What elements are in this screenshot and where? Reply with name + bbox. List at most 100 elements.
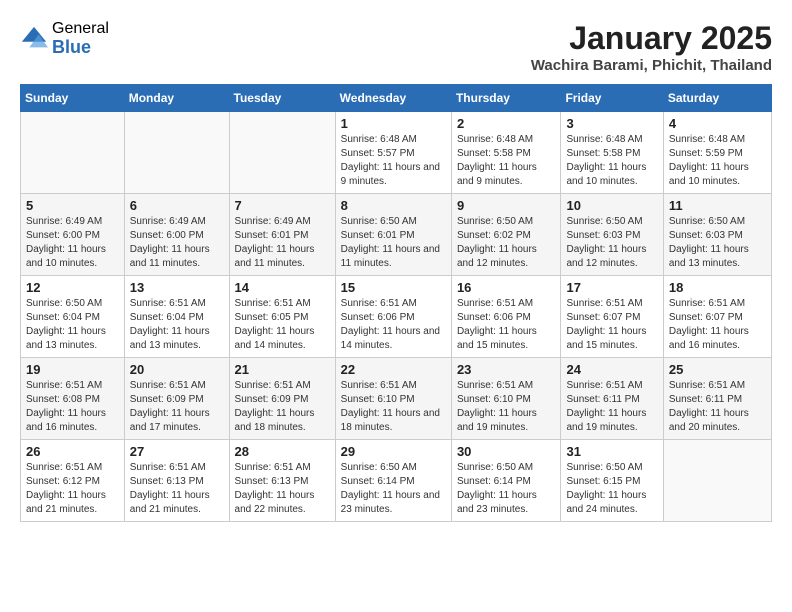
col-header-monday: Monday (124, 85, 229, 112)
day-number: 30 (457, 444, 556, 459)
day-cell: 10Sunrise: 6:50 AM Sunset: 6:03 PM Dayli… (561, 194, 663, 276)
day-cell: 26 Sunrise: 6:51 AM Sunset: 6:12 PM Dayli… (21, 440, 125, 522)
day-number: 26 (26, 444, 119, 459)
day-info: Sunrise: 6:49 AM Sunset: 6:00 PM Dayligh… (130, 215, 224, 271)
day-info: Sunrise: 6:51 AM Sunset: 6:10 PM Dayligh… (457, 379, 556, 435)
day-info: Sunrise: 6:51 AM Sunset: 6:12 PM Dayligh… (26, 461, 119, 517)
day-cell: 22 Sunrise: 6:51 AM Sunset: 6:10 PM Dayli… (335, 358, 451, 440)
day-number: 27 (130, 444, 224, 459)
day-info: Sunrise: 6:51 AM Sunset: 6:13 PM Dayligh… (235, 461, 330, 517)
calendar-title: January 2025 (531, 20, 772, 57)
day-info: Sunrise: 6:51 AM Sunset: 6:08 PM Dayligh… (26, 379, 119, 435)
day-cell: 18 Sunrise: 6:51 AM Sunset: 6:07 PM Dayli… (663, 276, 771, 358)
day-info: Sunrise: 6:51 AM Sunset: 6:09 PM Dayligh… (130, 379, 224, 435)
day-info: Sunrise: 6:49 AM Sunset: 6:00 PM Dayligh… (26, 215, 119, 271)
day-number: 29 (341, 444, 446, 459)
day-cell: 13Sunrise: 6:51 AM Sunset: 6:04 PM Dayli… (124, 276, 229, 358)
day-cell: 31 Sunrise: 6:50 AM Sunset: 6:15 PM Dayli… (561, 440, 663, 522)
col-header-saturday: Saturday (663, 85, 771, 112)
day-cell: 7 Sunrise: 6:49 AM Sunset: 6:01 PM Daylig… (229, 194, 335, 276)
day-info: Sunrise: 6:48 AM Sunset: 5:57 PM Dayligh… (341, 133, 446, 189)
day-number: 21 (235, 362, 330, 377)
day-cell: 14Sunrise: 6:51 AM Sunset: 6:05 PM Dayli… (229, 276, 335, 358)
day-cell: 4Sunrise: 6:48 AM Sunset: 5:59 PM Daylig… (663, 112, 771, 194)
day-cell: 30Sunrise: 6:50 AM Sunset: 6:14 PM Dayli… (451, 440, 561, 522)
day-cell (229, 112, 335, 194)
day-info: Sunrise: 6:51 AM Sunset: 6:11 PM Dayligh… (669, 379, 766, 435)
day-cell: 29Sunrise: 6:50 AM Sunset: 6:14 PM Dayli… (335, 440, 451, 522)
day-info: Sunrise: 6:48 AM Sunset: 5:59 PM Dayligh… (669, 133, 766, 189)
day-cell: 19 Sunrise: 6:51 AM Sunset: 6:08 PM Dayli… (21, 358, 125, 440)
day-cell: 23 Sunrise: 6:51 AM Sunset: 6:10 PM Dayli… (451, 358, 561, 440)
day-cell: 27 Sunrise: 6:51 AM Sunset: 6:13 PM Dayli… (124, 440, 229, 522)
day-info: Sunrise: 6:51 AM Sunset: 6:06 PM Dayligh… (341, 297, 446, 353)
day-info: Sunrise: 6:50 AM Sunset: 6:03 PM Dayligh… (669, 215, 766, 271)
col-header-friday: Friday (561, 85, 663, 112)
day-number: 25 (669, 362, 766, 377)
title-block: January 2025 Wachira Barami, Phichit, Th… (531, 20, 772, 74)
day-info: Sunrise: 6:51 AM Sunset: 6:05 PM Dayligh… (235, 297, 330, 353)
day-number: 11 (669, 198, 766, 213)
col-header-sunday: Sunday (21, 85, 125, 112)
day-number: 16 (457, 280, 556, 295)
day-cell: 15 Sunrise: 6:51 AM Sunset: 6:06 PM Dayli… (335, 276, 451, 358)
day-info: Sunrise: 6:51 AM Sunset: 6:07 PM Dayligh… (566, 297, 657, 353)
col-header-wednesday: Wednesday (335, 85, 451, 112)
day-info: Sunrise: 6:51 AM Sunset: 6:07 PM Dayligh… (669, 297, 766, 353)
day-info: Sunrise: 6:50 AM Sunset: 6:01 PM Dayligh… (341, 215, 446, 271)
day-info: Sunrise: 6:51 AM Sunset: 6:09 PM Dayligh… (235, 379, 330, 435)
col-header-thursday: Thursday (451, 85, 561, 112)
col-header-tuesday: Tuesday (229, 85, 335, 112)
day-cell: 28 Sunrise: 6:51 AM Sunset: 6:13 PM Dayli… (229, 440, 335, 522)
day-info: Sunrise: 6:51 AM Sunset: 6:10 PM Dayligh… (341, 379, 446, 435)
day-info: Sunrise: 6:48 AM Sunset: 5:58 PM Dayligh… (457, 133, 556, 189)
day-info: Sunrise: 6:50 AM Sunset: 6:04 PM Dayligh… (26, 297, 119, 353)
day-number: 8 (341, 198, 446, 213)
day-cell (124, 112, 229, 194)
day-number: 17 (566, 280, 657, 295)
day-info: Sunrise: 6:51 AM Sunset: 6:13 PM Dayligh… (130, 461, 224, 517)
day-number: 15 (341, 280, 446, 295)
day-number: 6 (130, 198, 224, 213)
day-number: 19 (26, 362, 119, 377)
day-cell (663, 440, 771, 522)
day-number: 9 (457, 198, 556, 213)
logo-icon (20, 25, 48, 53)
day-number: 23 (457, 362, 556, 377)
calendar-table: SundayMondayTuesdayWednesdayThursdayFrid… (20, 84, 772, 522)
day-cell: 12 Sunrise: 6:50 AM Sunset: 6:04 PM Dayli… (21, 276, 125, 358)
day-number: 28 (235, 444, 330, 459)
day-cell: 25 Sunrise: 6:51 AM Sunset: 6:11 PM Dayli… (663, 358, 771, 440)
page-header: General Blue January 2025 Wachira Barami… (20, 20, 772, 74)
day-number: 20 (130, 362, 224, 377)
day-number: 10 (566, 198, 657, 213)
day-number: 24 (566, 362, 657, 377)
logo-text: General Blue (52, 20, 109, 57)
week-row-5: 26 Sunrise: 6:51 AM Sunset: 6:12 PM Dayli… (21, 440, 772, 522)
day-cell: 9 Sunrise: 6:50 AM Sunset: 6:02 PM Daylig… (451, 194, 561, 276)
day-number: 12 (26, 280, 119, 295)
day-number: 22 (341, 362, 446, 377)
day-cell: 8 Sunrise: 6:50 AM Sunset: 6:01 PM Daylig… (335, 194, 451, 276)
day-info: Sunrise: 6:49 AM Sunset: 6:01 PM Dayligh… (235, 215, 330, 271)
week-row-1: 1Sunrise: 6:48 AM Sunset: 5:57 PM Daylig… (21, 112, 772, 194)
calendar-subtitle: Wachira Barami, Phichit, Thailand (531, 57, 772, 74)
week-row-3: 12 Sunrise: 6:50 AM Sunset: 6:04 PM Dayli… (21, 276, 772, 358)
day-cell: 5Sunrise: 6:49 AM Sunset: 6:00 PM Daylig… (21, 194, 125, 276)
day-cell: 21 Sunrise: 6:51 AM Sunset: 6:09 PM Dayli… (229, 358, 335, 440)
day-cell: 2Sunrise: 6:48 AM Sunset: 5:58 PM Daylig… (451, 112, 561, 194)
day-info: Sunrise: 6:50 AM Sunset: 6:15 PM Dayligh… (566, 461, 657, 517)
logo-blue: Blue (52, 38, 109, 58)
day-cell: 24Sunrise: 6:51 AM Sunset: 6:11 PM Dayli… (561, 358, 663, 440)
day-cell: 17 Sunrise: 6:51 AM Sunset: 6:07 PM Dayli… (561, 276, 663, 358)
week-row-2: 5Sunrise: 6:49 AM Sunset: 6:00 PM Daylig… (21, 194, 772, 276)
day-number: 18 (669, 280, 766, 295)
day-number: 7 (235, 198, 330, 213)
day-info: Sunrise: 6:51 AM Sunset: 6:06 PM Dayligh… (457, 297, 556, 353)
day-info: Sunrise: 6:50 AM Sunset: 6:02 PM Dayligh… (457, 215, 556, 271)
week-row-4: 19 Sunrise: 6:51 AM Sunset: 6:08 PM Dayli… (21, 358, 772, 440)
day-cell (21, 112, 125, 194)
day-number: 31 (566, 444, 657, 459)
day-cell: 20 Sunrise: 6:51 AM Sunset: 6:09 PM Dayli… (124, 358, 229, 440)
days-header-row: SundayMondayTuesdayWednesdayThursdayFrid… (21, 85, 772, 112)
